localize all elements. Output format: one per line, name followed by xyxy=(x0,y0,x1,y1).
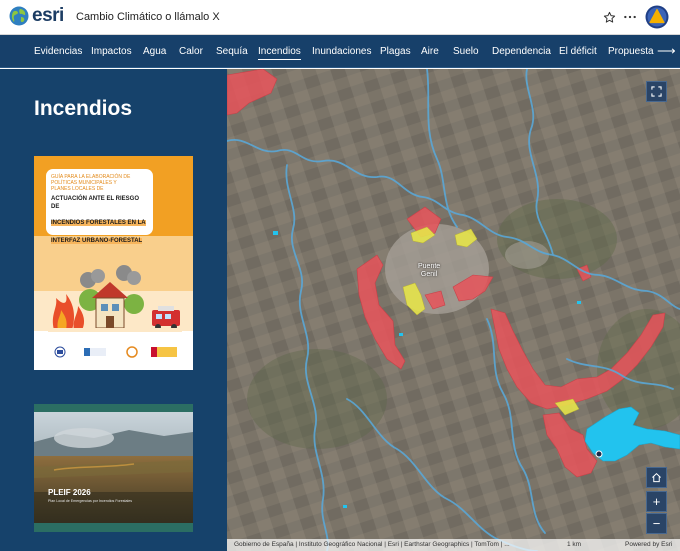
pleif-header-bar xyxy=(34,404,193,412)
pleif-cover-card[interactable]: PLEIF 2026 Plan Local de Emergencias por… xyxy=(34,404,193,532)
expand-icon xyxy=(651,86,662,97)
home-button[interactable] xyxy=(646,467,667,488)
section-title: Incendios xyxy=(34,97,133,120)
nav-item-aire[interactable]: Aire xyxy=(421,46,439,58)
guide-cover-card[interactable]: GUÍA PARA LA ELABORACIÓN DE POLÍTICAS MU… xyxy=(34,156,193,370)
nav-item-incendios[interactable]: Incendios xyxy=(258,46,301,60)
nav-item-plagas[interactable]: Plagas xyxy=(380,46,411,58)
nav-item-agua[interactable]: Agua xyxy=(143,46,166,58)
story-title: Cambio Climático o llámalo X xyxy=(76,11,220,23)
nav-item-evidencias[interactable]: Evidencias xyxy=(34,46,82,58)
logo-wordmark: esri xyxy=(32,5,64,26)
satellite-basemap xyxy=(227,69,680,551)
nav-item-sequia[interactable]: Sequía xyxy=(216,46,248,58)
town-label-line-1: Puente xyxy=(418,263,441,270)
town-label: Puente Genil xyxy=(418,263,440,279)
guide-line-6: INTERFAZ URBANO-FORESTAL xyxy=(51,238,143,244)
home-icon xyxy=(652,472,661,483)
scale-bar-label: 1 km xyxy=(567,541,582,548)
nav-item-suelo[interactable]: Suelo xyxy=(453,46,479,58)
star-icon xyxy=(603,11,615,23)
zoom-in-button[interactable]: + xyxy=(646,491,667,512)
globe-icon xyxy=(9,6,29,26)
more-icon xyxy=(624,15,636,19)
top-header: esri Cambio Climático o llámalo X xyxy=(0,0,680,35)
guide-line-5: INCENDIOS FORESTALES EN LA xyxy=(51,220,146,226)
favorite-button[interactable] xyxy=(601,9,617,25)
pleif-footer-bar xyxy=(34,523,193,532)
nav-item-impactos[interactable]: Impactos xyxy=(91,46,132,58)
zoom-out-button[interactable]: − xyxy=(646,513,667,534)
town-label-line-2: Genil xyxy=(420,271,438,278)
esri-logo[interactable]: esri xyxy=(9,6,64,26)
wildfire-landscape-photo xyxy=(34,412,193,523)
nav-item-inundaciones[interactable]: Inundaciones xyxy=(312,46,372,58)
pleif-title: PLEIF 2026 xyxy=(48,488,91,497)
map-view[interactable]: Puente Genil + − Gobierno de España | In… xyxy=(227,69,680,551)
pleif-subtitle: Plan Local de Emergencias por Incendios … xyxy=(48,499,133,503)
nav-item-propuesta[interactable]: Propuesta xyxy=(608,46,654,58)
institution-logos xyxy=(54,346,177,358)
guide-line-3: PLANES LOCALES DE xyxy=(51,186,104,192)
more-options-button[interactable] xyxy=(622,9,638,25)
section-nav: Evidencias Impactos Agua Calor Sequía In… xyxy=(0,35,680,68)
guide-line-4: ACTUACIÓN ANTE EL RIESGO DE xyxy=(51,196,140,210)
guide-title-box: GUÍA PARA LA ELABORACIÓN DE POLÍTICAS MU… xyxy=(46,169,153,244)
attribution-text: Gobierno de España | Instituto Geográfic… xyxy=(234,541,510,548)
warning-badge-icon[interactable] xyxy=(645,5,669,29)
powered-by-esri[interactable]: Powered by Esri xyxy=(625,539,672,551)
nav-item-dependencia[interactable]: Dependencia xyxy=(492,46,551,58)
map-attribution-bar: Gobierno de España | Instituto Geográfic… xyxy=(227,539,680,551)
wildfire-house-illustration xyxy=(48,265,182,332)
narrative-panel: Incendios GUÍA PARA LA ELABORACIÓN DE PO… xyxy=(0,69,227,551)
nav-next-arrow-icon[interactable]: ⟶ xyxy=(657,44,676,58)
nav-item-calor[interactable]: Calor xyxy=(179,46,203,58)
nav-item-el-deficit[interactable]: El déficit xyxy=(559,46,597,58)
expand-map-button[interactable] xyxy=(646,81,667,102)
